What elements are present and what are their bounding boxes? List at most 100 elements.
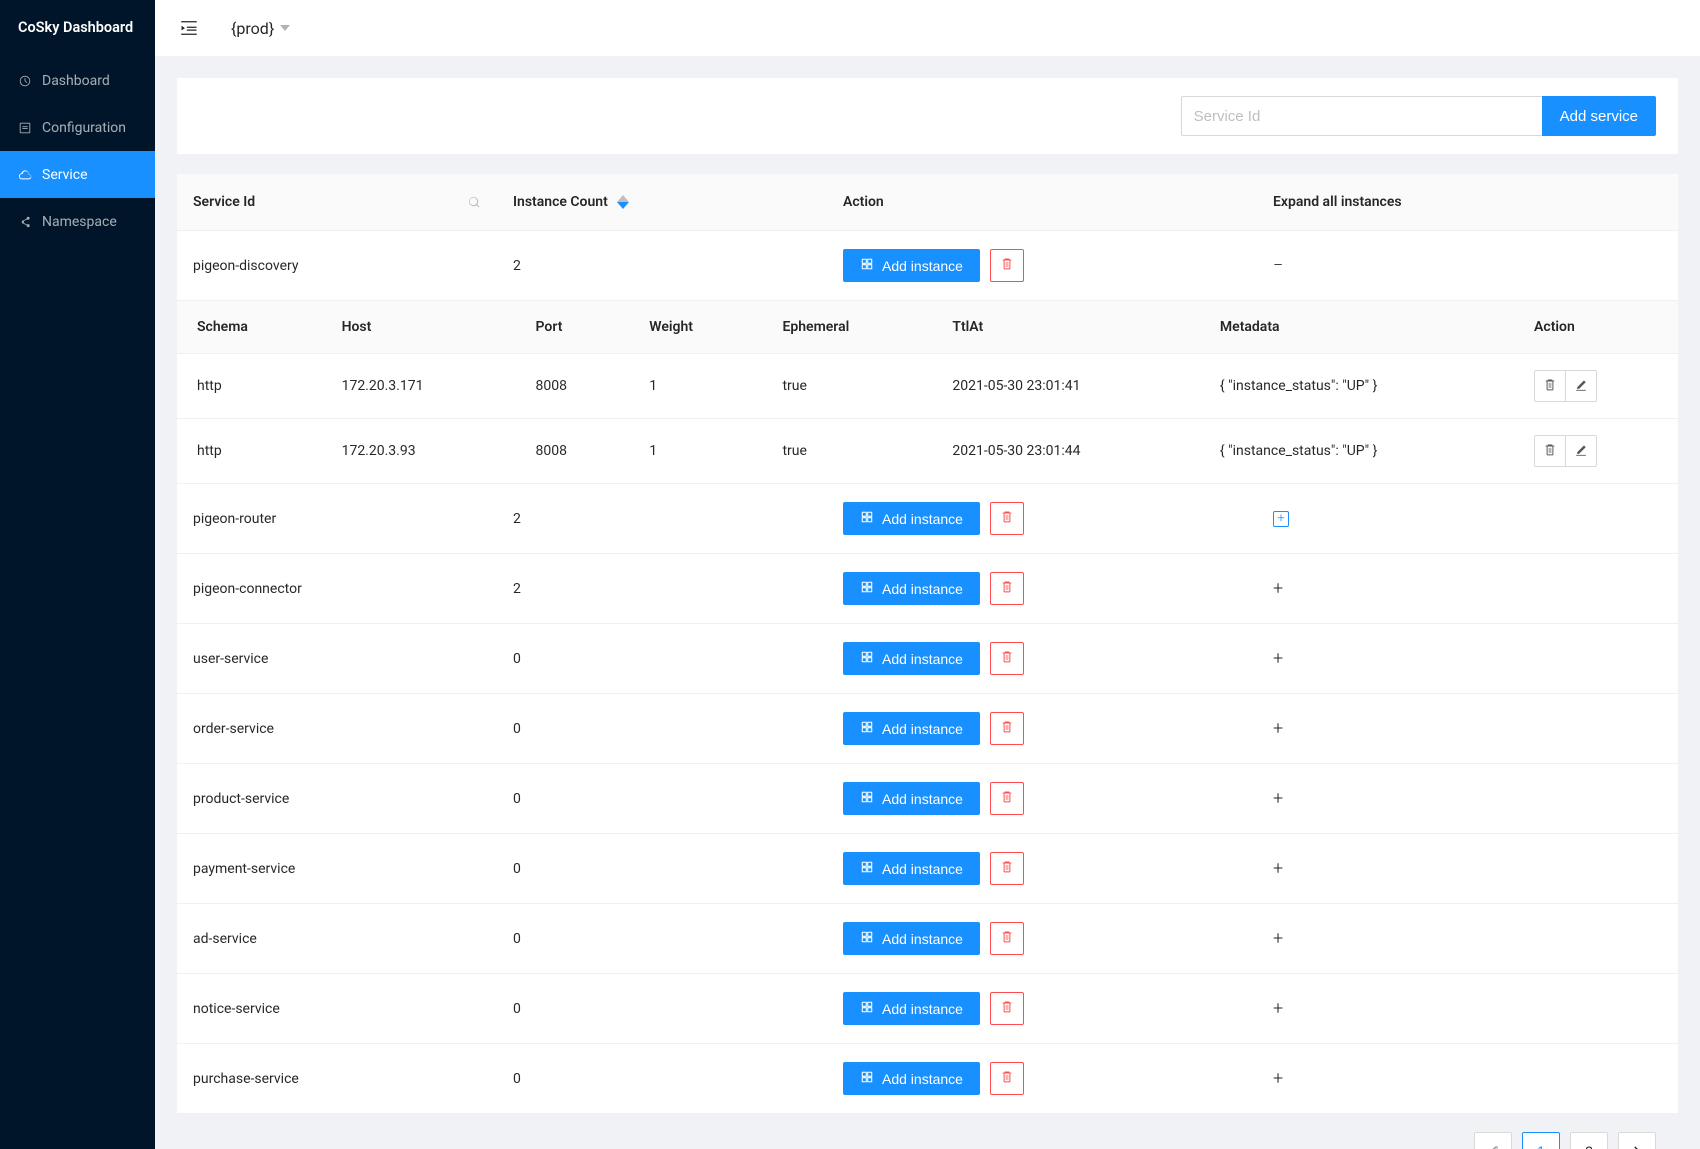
instance-ttlat: 2021-05-30 23:01:41 (932, 354, 1200, 419)
collapse-menu-icon[interactable] (179, 18, 199, 38)
service-id-search-input[interactable] (1181, 96, 1543, 136)
expand-toggle[interactable]: + (1273, 1068, 1283, 1089)
service-id-cell: notice-service (177, 974, 497, 1044)
qrcode-icon (860, 580, 874, 597)
expand-cell: + (1257, 974, 1678, 1044)
trash-icon (1000, 790, 1014, 807)
add-service-button[interactable]: Add service (1542, 96, 1656, 136)
file-icon (18, 121, 32, 135)
edit-instance-button[interactable] (1565, 435, 1597, 467)
instance-ephemeral: true (762, 419, 932, 484)
service-row: ad-service 0 Add instance + (177, 904, 1678, 974)
trash-icon (1000, 720, 1014, 737)
trash-icon (1000, 1070, 1014, 1087)
edit-icon (1574, 443, 1588, 460)
add-instance-button[interactable]: Add instance (843, 572, 980, 605)
sidebar-item-label: Service (42, 167, 88, 183)
add-instance-button[interactable]: Add instance (843, 712, 980, 745)
add-instance-button[interactable]: Add instance (843, 922, 980, 955)
edit-icon (1574, 378, 1588, 395)
add-instance-button[interactable]: Add instance (843, 992, 980, 1025)
instance-count-cell: 0 (497, 834, 827, 904)
trash-icon (1000, 930, 1014, 947)
add-instance-label: Add instance (882, 651, 963, 667)
col-action: Action (827, 174, 1257, 231)
expand-cell: + (1257, 624, 1678, 694)
col-ephemeral: Ephemeral (762, 301, 932, 354)
instance-count-cell: 2 (497, 231, 827, 301)
env-selector[interactable]: {prod} (231, 19, 290, 38)
service-id-cell: pigeon-discovery (177, 231, 497, 301)
expand-toggle[interactable]: + (1273, 928, 1283, 949)
add-instance-button[interactable]: Add instance (843, 249, 980, 282)
service-id-cell: pigeon-router (177, 484, 497, 554)
expand-cell: − (1257, 231, 1678, 301)
instance-count-cell: 0 (497, 694, 827, 764)
service-id-cell: ad-service (177, 904, 497, 974)
instance-row: http 172.20.3.171 8008 1 true 2021-05-30… (177, 354, 1678, 419)
sidebar-item-label: Dashboard (42, 73, 110, 89)
col-instance-count[interactable]: Instance Count (497, 174, 827, 231)
delete-service-button[interactable] (990, 249, 1024, 282)
col-inst-action: Action (1514, 301, 1678, 354)
instance-schema: http (177, 419, 322, 484)
add-instance-button[interactable]: Add instance (843, 1062, 980, 1095)
expand-toggle[interactable]: + (1273, 998, 1283, 1019)
col-ttlat: TtlAt (932, 301, 1200, 354)
delete-service-button[interactable] (990, 572, 1024, 605)
delete-service-button[interactable] (990, 852, 1024, 885)
add-instance-label: Add instance (882, 791, 963, 807)
delete-service-button[interactable] (990, 642, 1024, 675)
page-prev-button[interactable] (1474, 1132, 1512, 1149)
qrcode-icon (860, 720, 874, 737)
delete-service-button[interactable] (990, 712, 1024, 745)
sidebar-item-namespace[interactable]: Namespace (0, 198, 155, 245)
expand-toggle[interactable]: + (1273, 718, 1283, 739)
col-expand-all[interactable]: Expand all instances (1257, 174, 1678, 231)
share-icon (18, 215, 32, 229)
delete-service-button[interactable] (990, 992, 1024, 1025)
delete-service-button[interactable] (990, 1062, 1024, 1095)
instance-count-cell: 0 (497, 764, 827, 834)
page-1-button[interactable]: 1 (1522, 1132, 1560, 1149)
add-instance-label: Add instance (882, 1001, 963, 1017)
instance-host: 172.20.3.171 (322, 354, 516, 419)
action-cell: Add instance (827, 764, 1257, 834)
delete-service-button[interactable] (990, 782, 1024, 815)
sidebar-item-dashboard[interactable]: Dashboard (0, 57, 155, 104)
delete-instance-button[interactable] (1534, 370, 1566, 402)
add-instance-button[interactable]: Add instance (843, 782, 980, 815)
service-row: user-service 0 Add instance + (177, 624, 1678, 694)
delete-instance-button[interactable] (1534, 435, 1566, 467)
col-weight: Weight (629, 301, 762, 354)
service-row: notice-service 0 Add instance + (177, 974, 1678, 1044)
sidebar-item-label: Namespace (42, 214, 117, 230)
instance-weight: 1 (629, 419, 762, 484)
expand-toggle[interactable]: + (1273, 578, 1283, 599)
action-cell: Add instance (827, 231, 1257, 301)
instance-port: 8008 (516, 354, 630, 419)
edit-instance-button[interactable] (1565, 370, 1597, 402)
action-cell: Add instance (827, 904, 1257, 974)
add-instance-button[interactable]: Add instance (843, 642, 980, 675)
expand-cell: + (1257, 484, 1678, 554)
delete-service-button[interactable] (990, 502, 1024, 535)
sidebar-item-service[interactable]: Service (0, 151, 155, 198)
col-service-id[interactable]: Service Id (177, 174, 497, 231)
sidebar-item-configuration[interactable]: Configuration (0, 104, 155, 151)
expand-toggle[interactable]: − (1273, 255, 1283, 276)
page-next-button[interactable] (1618, 1132, 1656, 1149)
services-table: Service Id Instance Count (177, 174, 1678, 1114)
sort-icon[interactable] (617, 195, 629, 209)
add-instance-button[interactable]: Add instance (843, 852, 980, 885)
add-instance-button[interactable]: Add instance (843, 502, 980, 535)
expand-toggle[interactable]: + (1273, 648, 1283, 669)
delete-service-button[interactable] (990, 922, 1024, 955)
page-2-button[interactable]: 2 (1570, 1132, 1608, 1149)
expand-toggle[interactable]: + (1273, 858, 1283, 879)
add-instance-label: Add instance (882, 861, 963, 877)
action-cell: Add instance (827, 1044, 1257, 1114)
expand-toggle[interactable]: + (1273, 511, 1289, 527)
search-icon[interactable] (467, 195, 481, 209)
expand-toggle[interactable]: + (1273, 788, 1283, 809)
